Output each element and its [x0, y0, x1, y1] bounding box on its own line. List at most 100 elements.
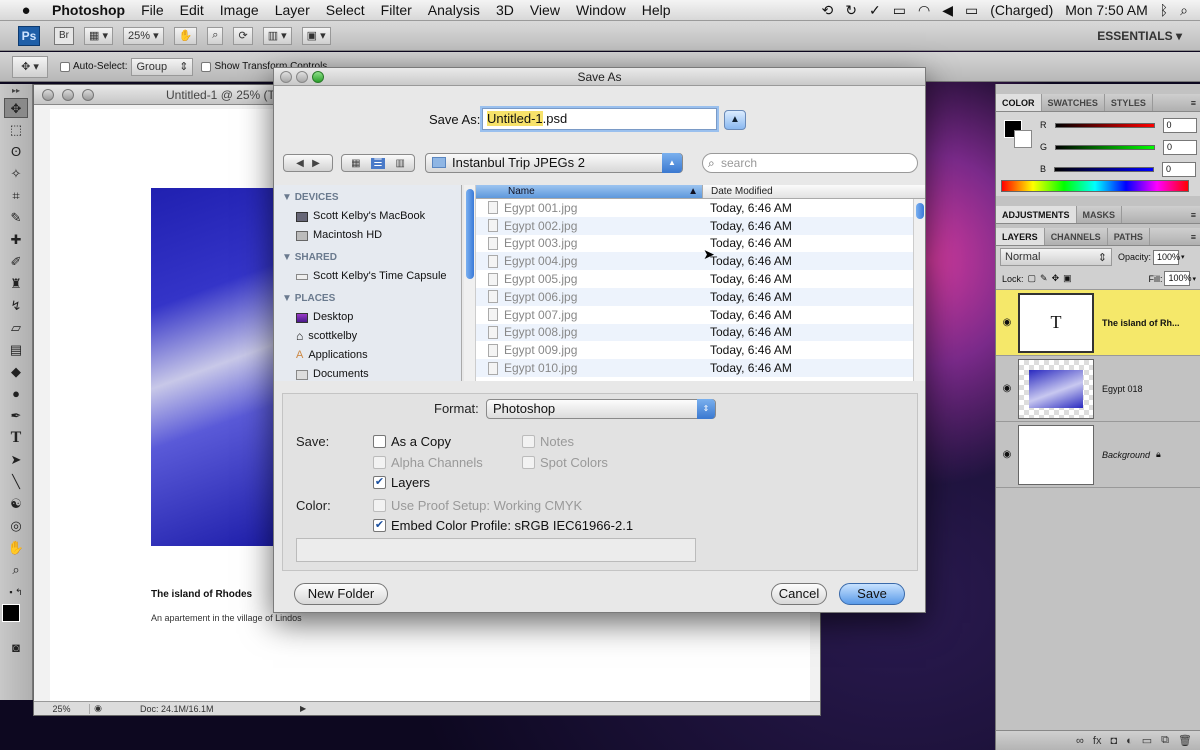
time-machine-icon[interactable]: ⟲ — [822, 2, 834, 19]
file-list-scroll-thumb[interactable] — [915, 203, 924, 219]
as-a-copy-checkbox[interactable] — [373, 435, 386, 448]
file-name-cell[interactable]: Egypt 002.jpg — [476, 219, 702, 233]
file-row[interactable]: Egypt 010.jpg Today, 6:46 AM — [476, 359, 913, 377]
forward-arrow-icon[interactable]: ▶ — [312, 158, 320, 169]
tab-swatches[interactable]: SWATCHES — [1042, 94, 1105, 111]
dodge-tool-icon[interactable]: ● — [4, 384, 28, 404]
file-row[interactable]: Egypt 007.jpg Today, 6:46 AM — [476, 306, 913, 324]
fill-field[interactable]: 100% — [1164, 271, 1192, 286]
lock-position-icon[interactable]: ✥ — [1052, 273, 1060, 284]
workspace-switcher[interactable]: ESSENTIALS ▾ — [1097, 29, 1182, 43]
quick-mask-icon[interactable]: ◙ — [4, 638, 28, 658]
menu-app-name[interactable]: Photoshop — [52, 2, 133, 18]
hand-tool-panel-icon[interactable]: ✋ — [4, 538, 28, 558]
gradient-tool-icon[interactable]: ▤ — [4, 340, 28, 360]
view-mode-buttons[interactable]: ▦ ☰ ▥ — [341, 154, 415, 172]
sidebar-item-documents[interactable]: Documents — [274, 365, 461, 384]
layer-name-text[interactable]: The island of Rh... — [1102, 318, 1180, 328]
3d-orbit-tool-icon[interactable]: ◎ — [4, 516, 28, 536]
apple-menu-icon[interactable]: ● — [0, 2, 52, 19]
file-row[interactable]: Egypt 002.jpg Today, 6:46 AM — [476, 216, 913, 235]
tab-adjustments[interactable]: ADJUSTMENTS — [996, 206, 1077, 223]
file-name-cell[interactable]: Egypt 006.jpg — [476, 290, 702, 304]
add-mask-icon[interactable]: ◘ — [1110, 735, 1117, 747]
blend-mode-dropdown[interactable]: Normal ⇕ — [1000, 248, 1112, 266]
pen-tool-icon[interactable]: ✒ — [4, 406, 28, 426]
rotate-view-icon[interactable]: ⟳ — [233, 26, 253, 45]
filename-input[interactable]: Untitled-1.psd — [482, 108, 717, 130]
move-tool-preset-icon[interactable]: ✥ ▾ — [12, 55, 48, 78]
sidebar-item-time-capsule[interactable]: Scott Kelby's Time Capsule — [274, 267, 461, 286]
layer-row-egypt[interactable]: ◉ Egypt 018 — [996, 356, 1200, 422]
adjustment-layer-icon[interactable]: ◐ — [1126, 735, 1133, 747]
file-name-cell[interactable]: Egypt 008.jpg — [476, 325, 702, 339]
file-list-scrollbar[interactable] — [913, 199, 925, 381]
file-name-cell[interactable]: Egypt 004.jpg — [476, 254, 702, 268]
checkmark-icon[interactable]: ✓ — [869, 2, 881, 19]
magic-wand-tool-icon[interactable]: ✧ — [4, 164, 28, 184]
line-tool-icon[interactable]: ╲ — [4, 472, 28, 492]
brush-tool-icon[interactable]: ✐ — [4, 252, 28, 272]
status-zoom[interactable]: 25% — [34, 703, 90, 714]
background-color-swatch[interactable] — [1014, 130, 1032, 148]
display-icon[interactable]: ▭ — [893, 2, 906, 19]
arrange-documents-button[interactable]: ▥ ▾ — [262, 26, 292, 45]
clone-stamp-tool-icon[interactable]: ♜ — [4, 274, 28, 294]
layer-row-background[interactable]: ◉ Background 🔒︎ — [996, 422, 1200, 488]
link-layers-icon[interactable]: ∞ — [1076, 735, 1084, 747]
layer-row-text[interactable]: ◉ T The island of Rh... — [996, 290, 1200, 356]
menu-window[interactable]: Window — [568, 2, 634, 18]
file-row[interactable]: Egypt 004.jpg Today, 6:46 AM — [476, 252, 913, 271]
file-row[interactable]: Egypt 001.jpg Today, 6:46 AM — [476, 199, 913, 217]
move-tool-icon[interactable]: ✥ — [4, 98, 28, 118]
color-panel-menu-icon[interactable]: ≡ — [1191, 94, 1200, 111]
expand-collapse-button[interactable]: ▲ — [724, 110, 746, 130]
default-colors-icon[interactable]: ▪ ↰ — [4, 582, 28, 602]
green-slider[interactable] — [1055, 144, 1156, 150]
battery-status[interactable]: (Charged) — [990, 2, 1053, 18]
file-row[interactable]: Egypt 006.jpg Today, 6:46 AM — [476, 287, 913, 306]
dialog-zoom-button[interactable] — [312, 71, 324, 83]
file-row[interactable]: Egypt 005.jpg Today, 6:46 AM — [476, 270, 913, 288]
embed-color-profile-checkbox[interactable]: ✔ — [373, 519, 386, 532]
save-button[interactable]: Save — [839, 583, 905, 605]
doc-minimize-button[interactable] — [62, 88, 74, 101]
back-arrow-icon[interactable]: ◀ — [296, 158, 304, 169]
sync-icon[interactable]: ↻ — [845, 2, 857, 19]
lock-transparency-icon[interactable]: ▢ — [1028, 273, 1037, 284]
menu-image[interactable]: Image — [212, 2, 267, 18]
column-header-name[interactable]: Name ▲ — [476, 185, 702, 198]
file-name-cell[interactable]: Egypt 010.jpg — [476, 361, 702, 375]
sidebar-places-heading[interactable]: ▼ PLACES — [274, 290, 461, 308]
lock-all-icon[interactable]: ▣ — [1063, 273, 1072, 284]
embed-color-profile-option[interactable]: ✔ Embed Color Profile: sRGB IEC61966-2.1 — [373, 518, 633, 533]
show-transform-checkbox[interactable] — [201, 61, 212, 72]
tab-layers[interactable]: LAYERS — [996, 228, 1045, 245]
spotlight-icon[interactable]: ⌕ — [1180, 2, 1188, 19]
layer-style-icon[interactable]: fx — [1093, 735, 1102, 747]
opacity-arrow-icon[interactable]: ▾ — [1181, 253, 1185, 261]
layer-name-egypt[interactable]: Egypt 018 — [1102, 384, 1143, 394]
column-view-icon[interactable]: ▥ — [395, 158, 404, 169]
dialog-close-button[interactable] — [280, 71, 292, 83]
location-dropdown[interactable]: Instanbul Trip JPEGs 2 ▲ — [425, 153, 683, 173]
layers-menu-icon[interactable]: ≡ — [1191, 228, 1200, 245]
menu-select[interactable]: Select — [318, 2, 373, 18]
opacity-field[interactable]: 100% — [1153, 249, 1180, 265]
eraser-tool-icon[interactable]: ▱ — [4, 318, 28, 338]
hand-tool-icon[interactable]: ✋ — [173, 26, 198, 45]
sidebar-scroll-thumb[interactable] — [465, 189, 474, 279]
volume-icon[interactable]: ◀ — [942, 2, 953, 19]
column-header-date[interactable]: Date Modified — [702, 185, 925, 198]
bridge-button[interactable]: Br — [54, 26, 74, 45]
menu-help[interactable]: Help — [634, 2, 679, 18]
file-row[interactable]: Egypt 008.jpg Today, 6:46 AM — [476, 323, 913, 342]
file-row[interactable]: Egypt 003.jpg Today, 6:46 AM — [476, 235, 913, 253]
doc-zoom-button[interactable] — [82, 88, 94, 101]
adjustments-menu-icon[interactable]: ≡ — [1191, 206, 1200, 223]
sidebar-item-applications[interactable]: A Applications — [274, 346, 461, 365]
back-forward-buttons[interactable]: ◀ ▶ — [283, 154, 333, 172]
layer-visibility-eye-icon[interactable]: ◉ — [996, 317, 1018, 328]
sidebar-shared-heading[interactable]: ▼ SHARED — [274, 249, 461, 267]
path-selection-tool-icon[interactable]: ➤ — [4, 450, 28, 470]
